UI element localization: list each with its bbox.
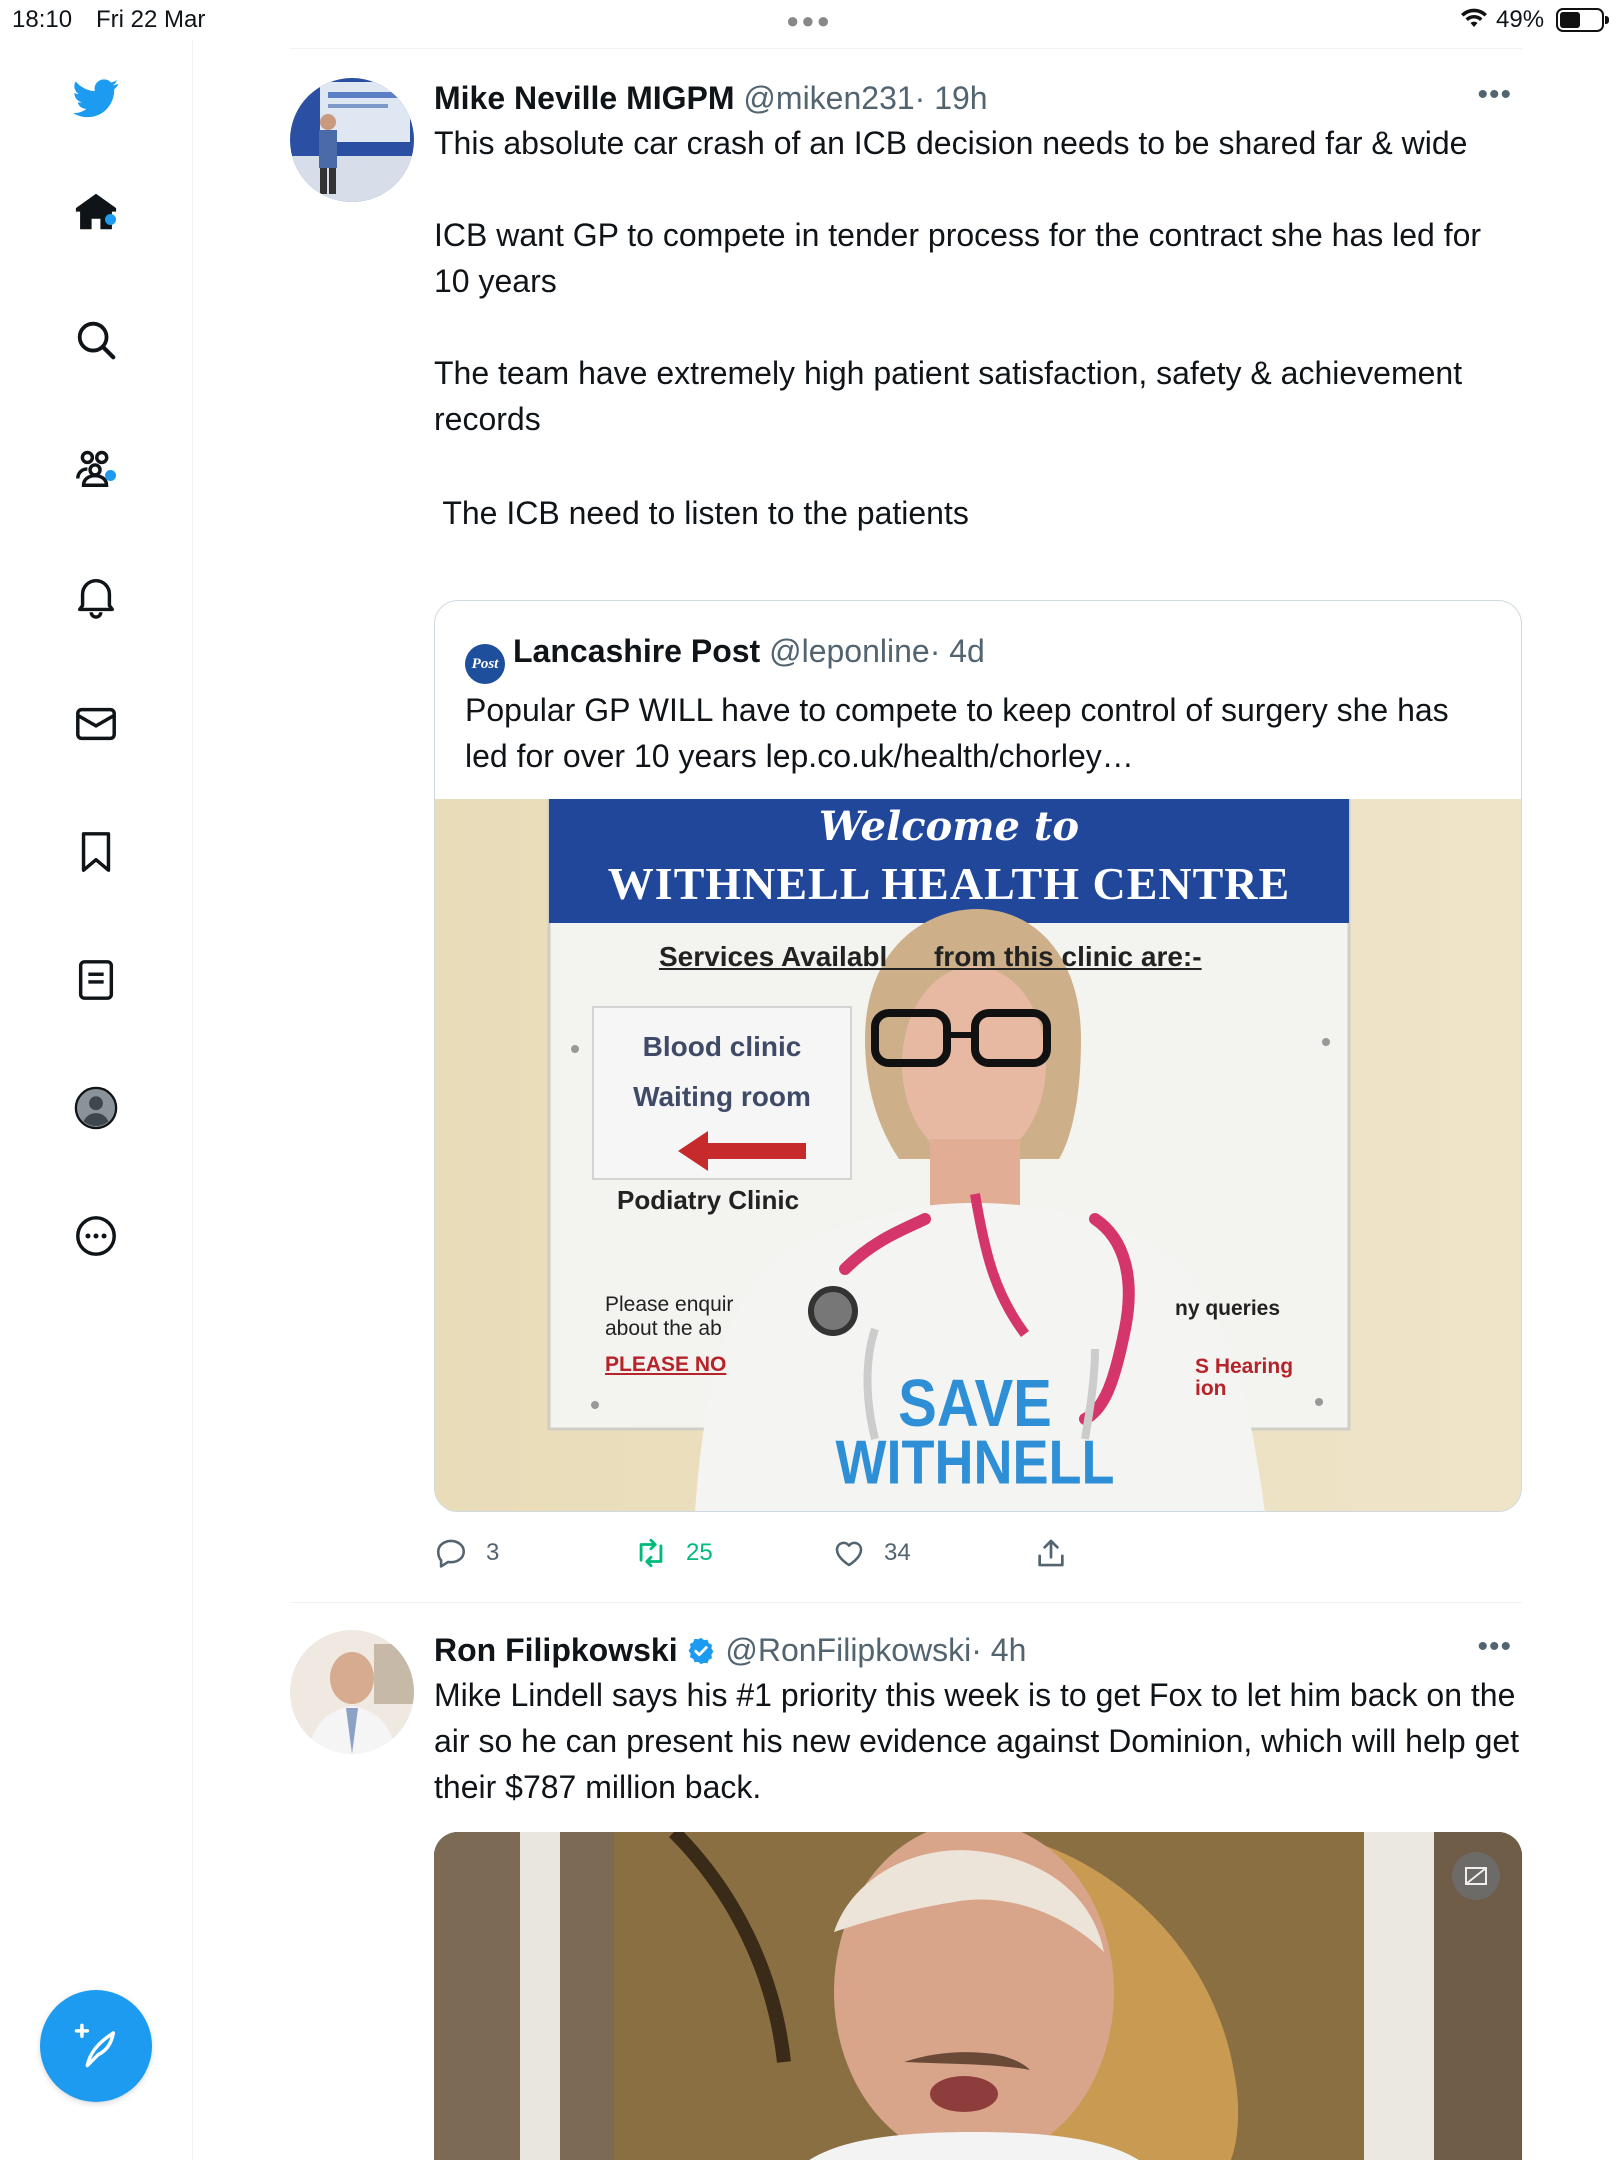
sign-podiatry-text: Podiatry Clinic xyxy=(617,1185,800,1215)
home-notification-dot xyxy=(105,214,116,225)
reply-button[interactable]: 3 xyxy=(434,1536,499,1570)
video-frame xyxy=(434,1832,1522,2160)
sign-enquire-text-1: Please enquir xyxy=(605,1293,734,1316)
sign-services-text: Services Availabl from this clinic are:- xyxy=(659,941,1202,972)
reply-icon xyxy=(436,1539,466,1568)
more-icon[interactable] xyxy=(66,1206,126,1266)
profile-icon[interactable] xyxy=(66,1078,126,1138)
author-handle[interactable]: @RonFilipkowski xyxy=(725,1632,971,1668)
mail-icon[interactable] xyxy=(66,694,126,754)
like-count: 34 xyxy=(884,1539,911,1566)
battery-percent: 49% xyxy=(1496,6,1545,33)
timeline-divider xyxy=(290,1602,1522,1603)
bell-icon[interactable] xyxy=(66,566,126,626)
compose-feather-icon xyxy=(74,2023,116,2068)
tweet-paragraph: The ICB need to listen to the patients xyxy=(434,495,969,531)
timeline-divider xyxy=(290,48,1522,49)
communities-icon[interactable] xyxy=(66,438,126,498)
author-handle[interactable]: @miken231 xyxy=(743,80,914,116)
retweet-count: 25 xyxy=(686,1539,713,1566)
twitter-logo-icon[interactable] xyxy=(66,68,126,128)
tweet-paragraph: The team have extremely high patient sat… xyxy=(434,355,1463,437)
quoted-tweet-time: · 4d xyxy=(929,633,985,669)
sign-blood-clinic-text: Blood clinic xyxy=(642,1031,802,1062)
share-icon xyxy=(1038,1539,1064,1567)
author-name[interactable]: Ron Filipkowski xyxy=(434,1632,678,1668)
shirt-save-text: SAVE xyxy=(898,1366,1052,1441)
tweet-text: This absolute car crash of an ICB decisi… xyxy=(434,120,1522,536)
wifi-icon xyxy=(1460,6,1488,37)
compose-button[interactable] xyxy=(40,1990,152,2102)
sign-title-text: WITHNELL HEALTH CENTRE xyxy=(607,858,1291,909)
avatar[interactable] xyxy=(290,78,414,202)
search-icon[interactable] xyxy=(66,310,126,370)
tweet[interactable]: Mike Neville MIGPM @miken231· 19h ••• Th… xyxy=(290,78,1522,1600)
status-time: 18:10 xyxy=(12,6,73,33)
lancashire-post-logo: Post xyxy=(465,644,505,684)
tweet-video-thumbnail[interactable] xyxy=(434,1832,1522,2160)
quoted-tweet[interactable]: Post Lancashire Post @leponline· 4d Popul… xyxy=(434,600,1522,1512)
shirt-withnell-text: WITHNELL xyxy=(835,1428,1115,1498)
tweet-paragraph xyxy=(434,304,1522,350)
share-button[interactable] xyxy=(1034,1536,1068,1570)
tweet-header: Ron Filipkowski @RonFilipkowski· 4h xyxy=(434,1630,1522,1670)
quoted-tweet-text: Popular GP WILL have to compete to keep … xyxy=(465,692,1449,774)
tweet-more-icon[interactable]: ••• xyxy=(1477,1630,1512,1664)
quoted-author-name: Lancashire Post xyxy=(513,633,761,669)
home-icon[interactable] xyxy=(66,182,126,242)
battery-icon xyxy=(1556,8,1609,32)
communities-notification-dot xyxy=(105,470,116,481)
tweet-paragraph xyxy=(434,442,1522,488)
multitasking-dots-icon[interactable]: ●●● xyxy=(786,8,832,34)
quoted-author-handle: @leponline xyxy=(769,633,930,669)
sign-hearing-text-2: ion xyxy=(1195,1377,1227,1400)
author-name[interactable]: Mike Neville MIGPM xyxy=(434,80,735,116)
avatar[interactable] xyxy=(290,1630,414,1754)
tweet-paragraph xyxy=(434,166,1522,212)
tweet-paragraph: ICB want GP to compete in tender process… xyxy=(434,217,1482,299)
tweet-paragraph: Mike Lindell says his #1 priority this w… xyxy=(434,1677,1520,1805)
lists-icon[interactable] xyxy=(66,950,126,1010)
reply-count: 3 xyxy=(486,1539,500,1566)
quoted-tweet-photo[interactable]: Welcome to WITHNELL HEALTH CENTRE Servic… xyxy=(435,799,1521,1511)
sign-please-note-text: PLEASE NO xyxy=(605,1353,727,1376)
status-bar: 18:10 Fri 22 Mar ●●● 49% xyxy=(0,0,1620,40)
tweet-text: Mike Lindell says his #1 priority this w… xyxy=(434,1672,1522,1810)
status-date: Fri 22 Mar xyxy=(96,6,206,33)
heart-icon xyxy=(835,1541,863,1567)
tweet-more-icon[interactable]: ••• xyxy=(1477,78,1512,112)
sign-queries-text: ny queries xyxy=(1175,1297,1281,1320)
verified-badge-icon xyxy=(688,1637,714,1665)
like-button[interactable]: 34 xyxy=(832,1536,911,1570)
tweet-time[interactable]: · 4h xyxy=(971,1632,1026,1668)
sign-hearing-text-1: S Hearing xyxy=(1195,1355,1294,1378)
sidebar xyxy=(0,40,193,2160)
retweet-icon xyxy=(639,1538,663,1568)
sign-enquire-text-2: about the ab xyxy=(605,1317,722,1340)
sign-welcome-text: Welcome to xyxy=(818,803,1080,850)
tweet-paragraph: This absolute car crash of an ICB decisi… xyxy=(434,125,1468,161)
bookmark-icon[interactable] xyxy=(66,822,126,882)
tweet-header: Mike Neville MIGPM @miken231· 19h xyxy=(434,78,1522,118)
retweet-button[interactable]: 25 xyxy=(634,1536,713,1570)
sign-waiting-room-text: Waiting room xyxy=(633,1081,811,1112)
tweet-actions: 3 25 34 xyxy=(434,1536,1522,1576)
quoted-tweet-header: Post Lancashire Post @leponline· 4d xyxy=(465,631,985,684)
tweet[interactable]: Ron Filipkowski @RonFilipkowski· 4h ••• … xyxy=(290,1630,1522,2160)
tweet-time[interactable]: · 19h xyxy=(915,80,988,116)
